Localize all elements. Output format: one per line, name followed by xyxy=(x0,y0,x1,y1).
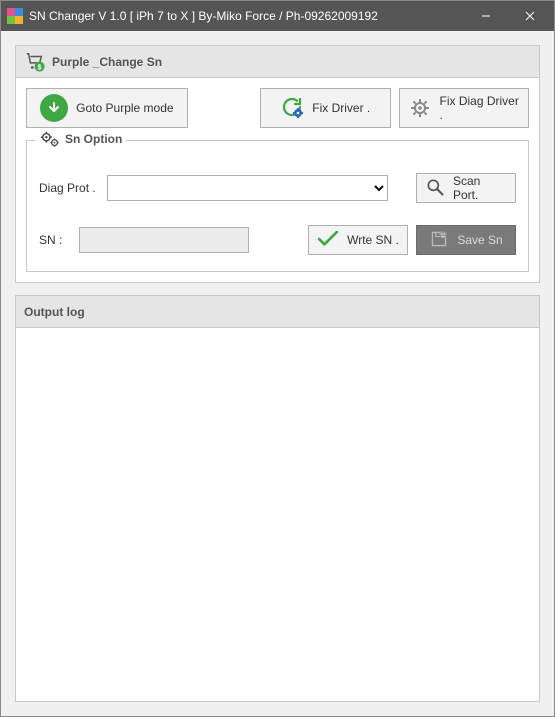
button-label: Goto Purple mode xyxy=(76,101,173,115)
sn-input[interactable] xyxy=(79,227,249,253)
output-panel: Output log xyxy=(15,295,540,702)
app-window: SN Changer V 1.0 [ iPh 7 to X ] By-Miko … xyxy=(0,0,555,717)
check-icon xyxy=(317,231,339,250)
magnifier-icon xyxy=(425,177,445,200)
sn-row: SN : Wrte SN . xyxy=(39,225,516,255)
button-label: Fix Driver . xyxy=(312,101,370,115)
gear-icon xyxy=(408,96,432,120)
main-panel-header: $ Purple _Change Sn xyxy=(16,46,539,78)
output-log-area[interactable] xyxy=(16,328,539,701)
button-label: Save Sn xyxy=(457,233,502,247)
minimize-button[interactable] xyxy=(464,1,508,31)
cart-dollar-icon: $ xyxy=(24,51,46,73)
diag-port-select[interactable] xyxy=(107,175,388,201)
fix-diag-driver-button[interactable]: Fix Diag Driver . xyxy=(399,88,530,128)
main-panel-body: Goto Purple mode xyxy=(16,78,539,282)
save-sn-button: Save Sn xyxy=(416,225,516,255)
svg-text:$: $ xyxy=(38,62,42,71)
button-label: Wrte SN . xyxy=(347,233,399,247)
button-label: Fix Diag Driver . xyxy=(440,94,521,122)
top-button-row: Goto Purple mode xyxy=(26,88,529,128)
app-icon xyxy=(7,8,23,24)
sn-label: SN : xyxy=(39,233,71,247)
close-button[interactable] xyxy=(508,1,552,31)
output-panel-title: Output log xyxy=(24,305,85,319)
gears-icon xyxy=(39,129,61,149)
diag-port-row: Diag Prot . Scan Port. xyxy=(39,173,516,203)
group-legend-label: Sn Option xyxy=(65,132,122,146)
fix-driver-button[interactable]: Fix Driver . xyxy=(260,88,391,128)
output-panel-header: Output log xyxy=(16,296,539,328)
scan-port-button[interactable]: Scan Port. xyxy=(416,173,516,203)
client-area: $ Purple _Change Sn Goto Purple mode xyxy=(1,31,554,716)
arrow-down-circle-icon xyxy=(40,94,68,122)
write-sn-button[interactable]: Wrte SN . xyxy=(308,225,408,255)
window-controls xyxy=(464,1,552,31)
diag-port-label: Diag Prot . xyxy=(39,181,99,195)
refresh-gear-icon xyxy=(280,95,304,122)
main-panel: $ Purple _Change Sn Goto Purple mode xyxy=(15,45,540,283)
titlebar: SN Changer V 1.0 [ iPh 7 to X ] By-Miko … xyxy=(1,1,554,31)
goto-purple-button[interactable]: Goto Purple mode xyxy=(26,88,188,128)
sn-option-group: Sn Option Diag Prot . xyxy=(26,140,529,272)
save-icon xyxy=(429,230,449,251)
window-title: SN Changer V 1.0 [ iPh 7 to X ] By-Miko … xyxy=(29,9,464,23)
button-label: Scan Port. xyxy=(453,174,507,202)
sn-option-legend: Sn Option xyxy=(35,129,126,149)
main-panel-title: Purple _Change Sn xyxy=(52,55,162,69)
